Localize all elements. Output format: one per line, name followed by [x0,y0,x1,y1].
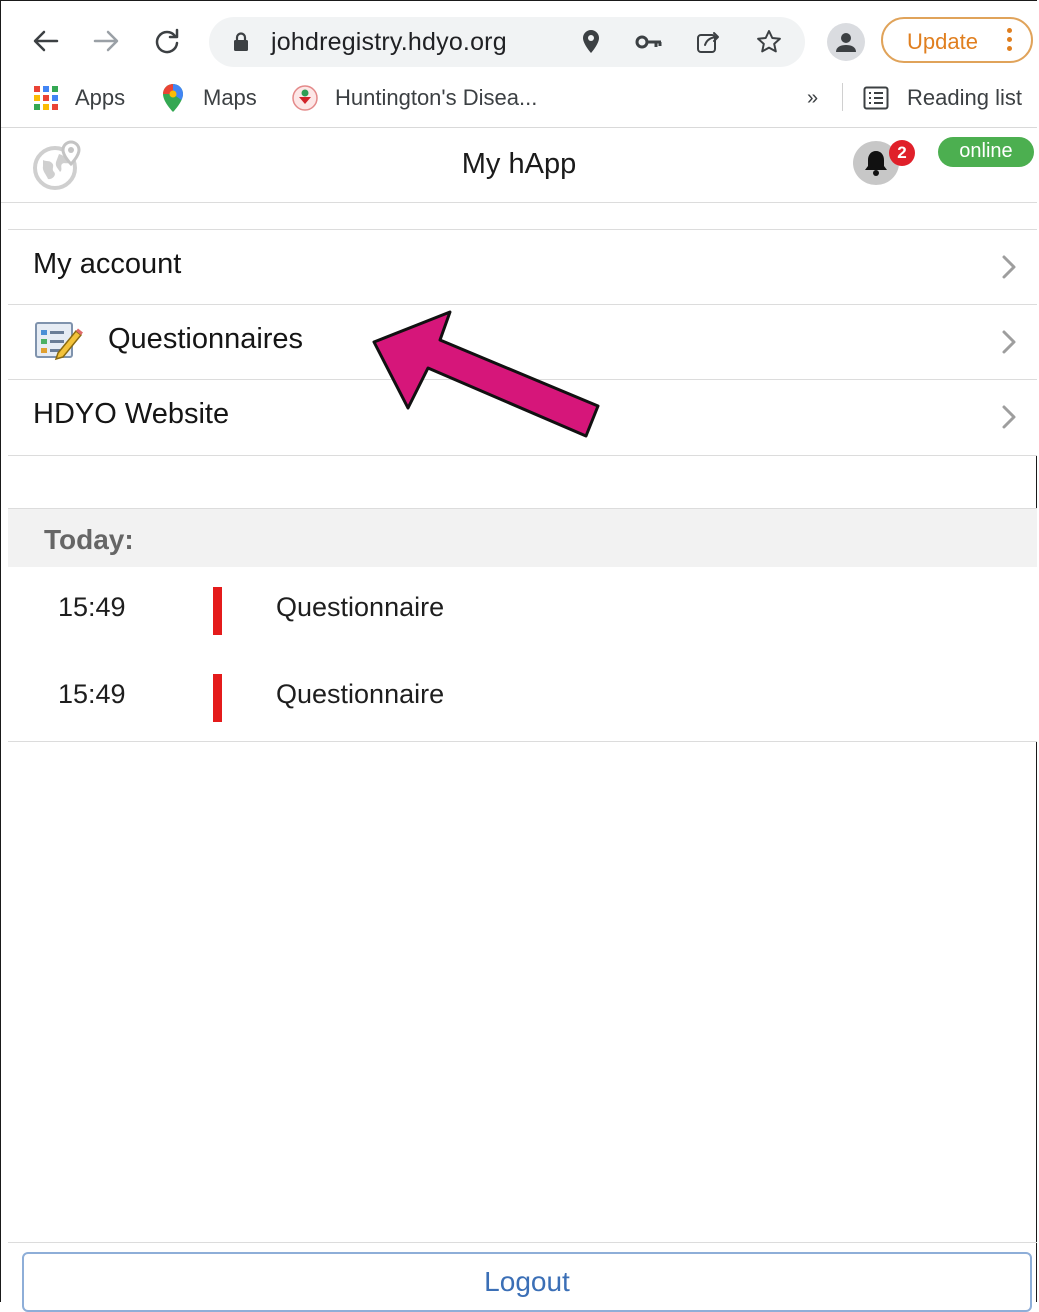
today-label: Today: [44,524,134,555]
menu-item-label: Questionnaires [108,323,304,355]
bookmark-separator [842,83,843,111]
reload-button[interactable] [149,23,185,59]
entry-time: 15:49 [58,679,126,709]
reading-list-icon [863,86,889,110]
back-arrow-icon [33,30,59,52]
bookmarks-overflow-button[interactable]: » [807,83,818,113]
bookmark-maps-label: Maps [203,85,257,110]
person-icon [836,33,856,52]
apps-grid-icon [34,86,58,110]
back-button[interactable] [28,23,64,59]
bell-icon [865,151,887,176]
menu-spacer [8,203,1037,230]
menu-item-my-account[interactable]: My account [8,230,1037,305]
questionnaire-icon [35,322,83,361]
bookmark-huntingtons[interactable]: Huntington's Disea... [291,83,537,113]
chevron-right-icon [1002,255,1016,279]
logout-button[interactable]: Logout [22,1252,1032,1312]
share-icon[interactable] [695,28,723,56]
bookmark-huntingtons-label: Huntington's Disea... [335,85,538,110]
entry-status-marker [213,587,222,635]
bookmark-apps-label: Apps [75,85,126,110]
status-badge: online [938,137,1034,167]
reading-list-label: Reading list [907,85,1022,110]
address-bar[interactable]: johdregistry.hdyo.org [209,17,805,67]
profile-avatar[interactable] [827,23,865,61]
bookmark-star-icon[interactable] [755,28,783,56]
annotation-arrow-icon [372,310,600,438]
kebab-menu-icon [1007,28,1013,55]
menu-item-label: HDYO Website [33,398,230,430]
update-button[interactable]: Update [881,17,1033,63]
reload-icon [155,28,179,54]
forward-arrow-icon [93,30,119,52]
footer-divider [8,1242,1037,1243]
huntingtons-site-icon [292,85,318,111]
chevron-right-icon [1002,405,1016,429]
lock-icon [234,32,248,51]
logout-label: Logout [484,1266,570,1297]
entry-title: Questionnaire [276,679,445,709]
list-item[interactable]: 15:49 Questionnaire [8,567,1037,655]
forward-button[interactable] [88,23,124,59]
bookmark-apps[interactable]: Apps [33,83,125,113]
reading-list-button[interactable]: Reading list [863,83,1022,113]
maps-pin-icon [163,84,183,112]
browser-toolbar: johdregistry.hdyo.org Update Apps Maps H… [1,1,1037,128]
location-pin-icon[interactable] [577,28,605,56]
menu-item-label: My account [33,248,182,280]
app-header: My hApp 2 online [1,128,1037,203]
today-section-header: Today: [8,508,1037,567]
chevron-right-icon [1002,330,1016,354]
list-item[interactable]: 15:49 Questionnaire [8,654,1037,742]
entry-time: 15:49 [58,592,126,622]
notification-count-badge: 2 [889,140,915,166]
overflow-label: » [807,86,819,109]
entry-status-marker [213,674,222,722]
url-text: johdregistry.hdyo.org [271,28,507,56]
entry-title: Questionnaire [276,592,445,622]
update-label: Update [907,29,978,54]
bookmark-maps[interactable]: Maps [161,83,257,113]
password-key-icon[interactable] [635,28,663,56]
